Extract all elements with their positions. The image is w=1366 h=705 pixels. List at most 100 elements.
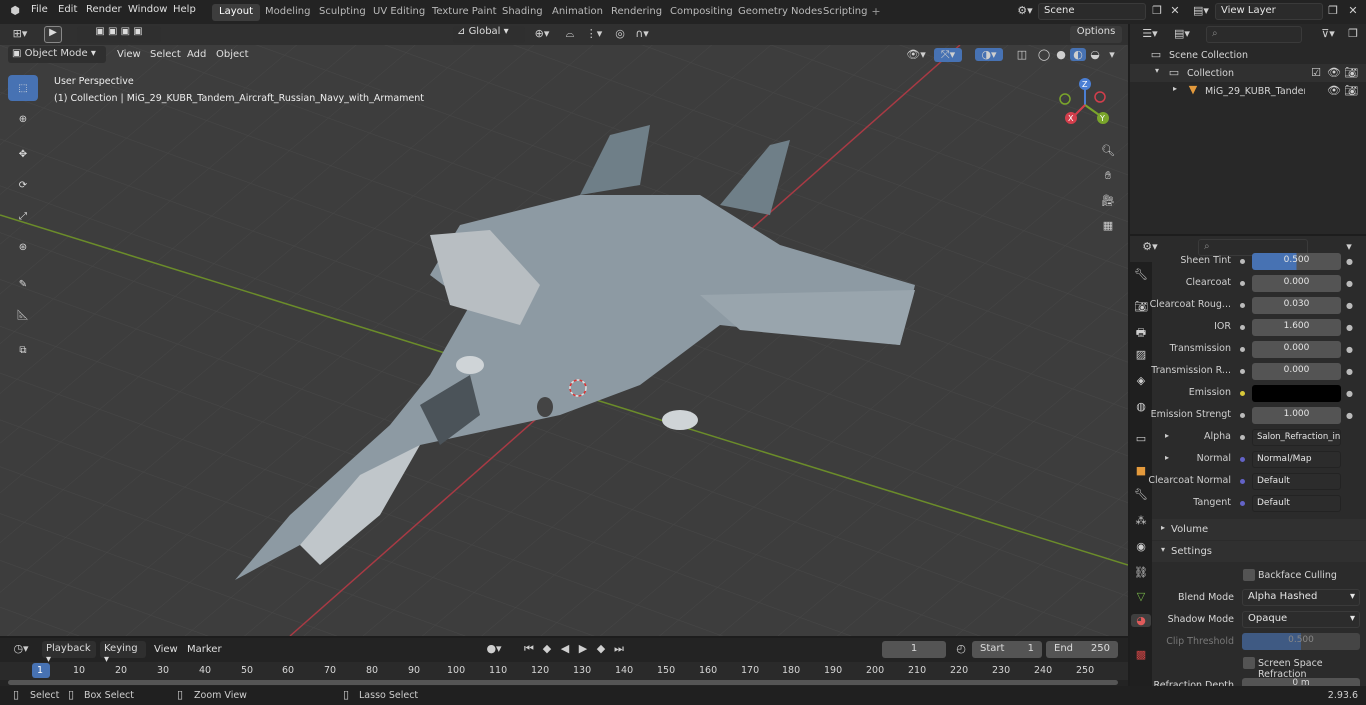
snap-icon[interactable]: ⌓ xyxy=(560,27,580,41)
socket-dot-icon[interactable] xyxy=(1240,281,1245,286)
falloff-icon[interactable]: ∩▾ xyxy=(630,27,654,40)
menu-edit[interactable]: Edit xyxy=(58,4,77,15)
transform-tool[interactable]: ⊛ xyxy=(8,234,38,260)
object-mode-dropdown[interactable]: ▣ Object Mode ▾ xyxy=(8,46,106,63)
tab-scripting[interactable]: Scripting xyxy=(816,4,874,21)
prop-value-field[interactable]: 1.000 xyxy=(1252,407,1341,424)
select-tool-mode-icon[interactable]: ▶ xyxy=(44,26,62,43)
transform-orientation-dropdown[interactable]: ⊿ Global ▾ xyxy=(453,26,525,43)
move-tool[interactable]: ✥ xyxy=(8,141,38,167)
menu-help[interactable]: Help xyxy=(173,4,196,15)
alpha-link-field[interactable]: Salon_Refraction_in... xyxy=(1252,429,1341,446)
object-tab-icon[interactable]: ■ xyxy=(1133,464,1149,477)
collection-row[interactable]: ▾ ▭ Collection ☑ 👁︎ 📷︎ xyxy=(1130,64,1366,82)
prop-value-field[interactable]: 0.000 xyxy=(1252,363,1341,380)
jump-end-icon[interactable]: ⏭︎ xyxy=(612,642,626,656)
new-scene-icon[interactable]: ❐ xyxy=(1150,4,1164,17)
frame-ruler[interactable]: 1 10 20 30 40 50 60 70 80 90 100 110 120… xyxy=(0,662,1128,680)
viewport-menu-view[interactable]: View xyxy=(117,49,141,60)
collapse-arrow-icon[interactable]: ▾ xyxy=(1152,66,1162,75)
xray-toggle-icon[interactable]: ◫ xyxy=(1014,48,1030,61)
new-collection-icon[interactable]: ❐ xyxy=(1346,27,1360,40)
expand-arrow-icon[interactable]: ▸ xyxy=(1170,84,1180,93)
expand-arrow-icon[interactable]: ▸ xyxy=(1162,431,1172,440)
prop-value-field[interactable]: 0.500 xyxy=(1252,253,1341,270)
shadow-mode-dropdown[interactable]: Opaque ▾ xyxy=(1242,611,1360,628)
menu-file[interactable]: File xyxy=(31,4,48,15)
viewport-menu-object[interactable]: Object xyxy=(216,49,249,60)
blend-mode-dropdown[interactable]: Alpha Hashed ▾ xyxy=(1242,589,1360,606)
menu-window[interactable]: Window xyxy=(128,4,167,15)
timeline-editor-icon[interactable]: ◷▾ xyxy=(8,642,34,655)
world-tab-icon[interactable]: ◍ xyxy=(1133,400,1149,413)
color-socket-dot-icon[interactable] xyxy=(1240,391,1245,396)
data-tab-icon[interactable]: ▽ xyxy=(1133,590,1149,603)
timeline-menu-marker[interactable]: Marker xyxy=(187,644,222,655)
editor-type-icon[interactable]: ⊞▾ xyxy=(8,27,32,40)
zoom-view-icon[interactable]: 🔍︎ xyxy=(1098,144,1118,157)
expand-arrow-icon[interactable]: ▸ xyxy=(1162,453,1172,462)
collection-tab-icon[interactable]: ▭ xyxy=(1133,432,1149,445)
socket-dot-icon[interactable] xyxy=(1240,303,1245,308)
delete-view-layer-icon[interactable]: ✕ xyxy=(1346,4,1360,17)
annotate-tool[interactable]: ✎ xyxy=(8,271,38,297)
socket-dot-icon[interactable] xyxy=(1240,413,1245,418)
tangent-field[interactable]: Default xyxy=(1252,495,1341,512)
modifier-tab-icon[interactable]: 🔧︎ xyxy=(1133,488,1149,501)
socket-dot-icon[interactable] xyxy=(1240,347,1245,352)
render-tab-icon[interactable]: 📷︎ xyxy=(1133,300,1149,313)
keyframe-dot-icon[interactable]: ● xyxy=(1346,389,1353,398)
normal-link-field[interactable]: Normal/Map xyxy=(1252,451,1341,468)
ortho-toggle-icon[interactable]: ▦ xyxy=(1098,219,1118,232)
jump-start-icon[interactable]: ⏮︎ xyxy=(522,642,536,656)
emission-color-swatch[interactable] xyxy=(1252,385,1341,402)
refraction-depth-field[interactable]: 0 m xyxy=(1242,678,1360,686)
delete-scene-icon[interactable]: ✕ xyxy=(1168,4,1182,17)
outliner-search-input[interactable]: ⌕ xyxy=(1206,26,1302,43)
socket-dot-icon[interactable] xyxy=(1240,259,1245,264)
options-button[interactable]: Options xyxy=(1070,26,1122,43)
3d-viewport[interactable]: User Perspective (1) Collection | MiG_29… xyxy=(0,45,1128,636)
keying-menu[interactable]: Keying ▾ xyxy=(100,641,146,665)
auto-keying-icon[interactable]: ●▾ xyxy=(480,642,508,655)
physics-tab-icon[interactable]: ◉ xyxy=(1133,540,1149,553)
output-tab-icon[interactable]: 🖶︎ xyxy=(1133,324,1149,343)
snap-target-icon[interactable]: ⋮▾ xyxy=(582,27,606,40)
particles-tab-icon[interactable]: ⁂ xyxy=(1133,514,1149,527)
add-workspace-icon[interactable]: + xyxy=(870,5,882,18)
tab-sculpting[interactable]: Sculpting xyxy=(312,4,373,21)
prop-value-field[interactable]: 0.000 xyxy=(1252,275,1341,292)
object-render-camera-icon[interactable]: 📷︎ xyxy=(1344,84,1358,97)
scene-selector-icon[interactable]: ⚙▾ xyxy=(1014,4,1036,17)
scene-collection-row[interactable]: ▭ Scene Collection xyxy=(1130,46,1366,64)
prop-value-field[interactable]: 1.600 xyxy=(1252,319,1341,336)
select-box-tool[interactable]: ⬚ xyxy=(8,75,38,101)
constraints-tab-icon[interactable]: ⛓︎ xyxy=(1133,566,1149,579)
tab-layout[interactable]: Layout xyxy=(212,4,260,21)
wireframe-shading-icon[interactable]: ◯ xyxy=(1036,48,1052,61)
next-keyframe-icon[interactable]: ◆ xyxy=(594,642,608,655)
selection-mode-buttons[interactable]: ▣ ▣ ▣ ▣ xyxy=(77,26,161,43)
shading-options-icon[interactable]: ▾ xyxy=(1106,48,1118,61)
clip-threshold-slider[interactable]: 0.500 xyxy=(1242,633,1360,650)
measure-tool[interactable]: 📐︎ xyxy=(8,302,38,328)
visibility-eye-icon[interactable]: 👁︎ xyxy=(1327,66,1341,79)
overlay-toggle-icon[interactable]: ◑▾ xyxy=(975,48,1003,61)
texture-tab-icon[interactable]: ▩ xyxy=(1133,648,1149,661)
add-cube-tool[interactable]: ⧉ xyxy=(8,337,38,363)
keyframe-dot-icon[interactable]: ● xyxy=(1346,323,1353,332)
rendered-shading-icon[interactable]: ◒ xyxy=(1087,48,1103,61)
scale-tool[interactable]: ⤢ xyxy=(8,203,38,229)
screen-space-refraction-checkbox[interactable] xyxy=(1243,657,1255,669)
view-layer-field[interactable]: View Layer xyxy=(1215,3,1323,20)
menu-render[interactable]: Render xyxy=(86,4,122,15)
keyframe-dot-icon[interactable]: ● xyxy=(1346,301,1353,310)
playback-menu[interactable]: Playback ▾ xyxy=(42,641,96,665)
proportional-edit-icon[interactable]: ◎ xyxy=(612,27,628,40)
vector-socket-dot-icon[interactable] xyxy=(1240,501,1245,506)
material-tab-icon[interactable]: ◕ xyxy=(1131,614,1151,627)
backface-culling-checkbox[interactable] xyxy=(1243,569,1255,581)
prop-value-field[interactable]: 0.000 xyxy=(1252,341,1341,358)
keyframe-dot-icon[interactable]: ● xyxy=(1346,279,1353,288)
clearcoat-normal-field[interactable]: Default xyxy=(1252,473,1341,490)
